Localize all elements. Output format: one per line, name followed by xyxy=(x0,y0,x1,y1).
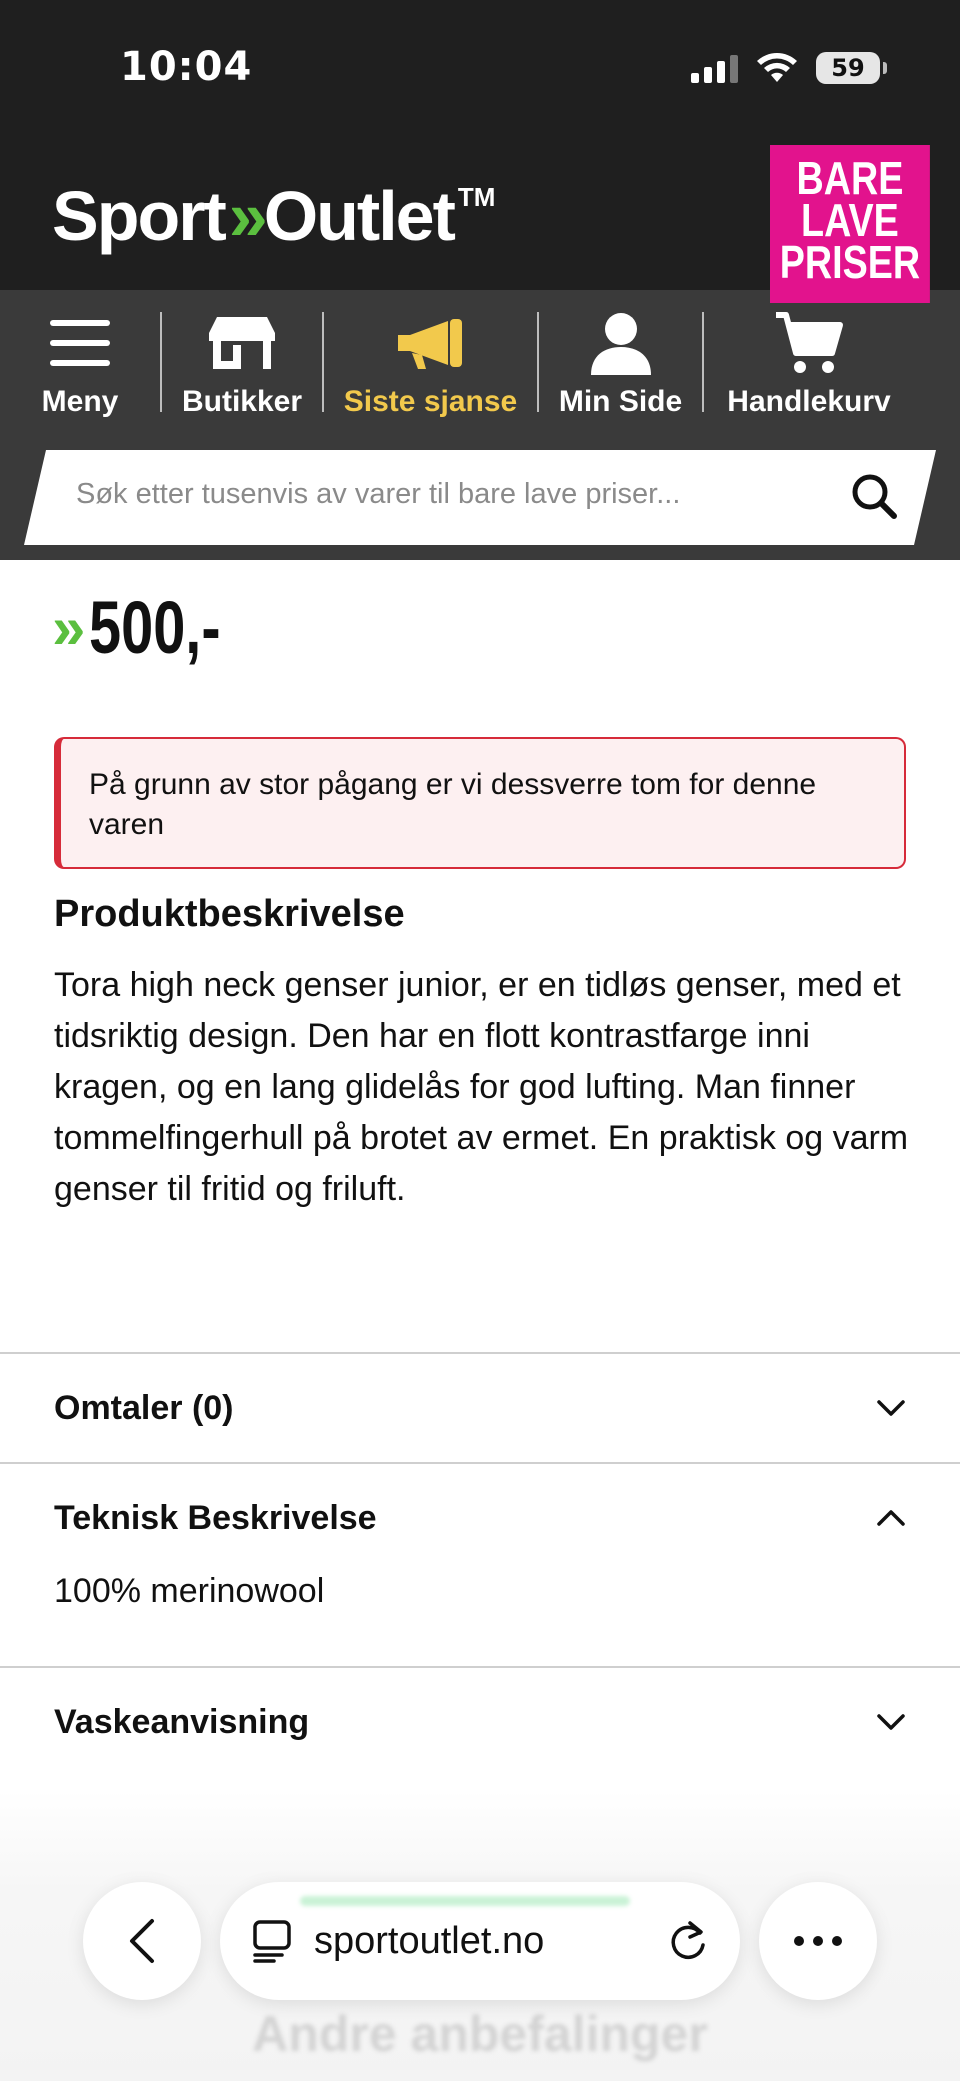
nav-item-cart[interactable]: Handlekurv xyxy=(704,290,914,435)
search-bar xyxy=(0,435,960,560)
promo-line: BARE xyxy=(796,152,904,204)
promo-line: PRISER xyxy=(779,236,921,288)
tabs-icon[interactable] xyxy=(252,1919,292,1963)
search-box[interactable] xyxy=(24,450,936,545)
sportoutlet-logo[interactable]: Sport » Outlet TM xyxy=(52,176,495,256)
more-icon xyxy=(794,1936,842,1946)
accordion-title: Omtaler (0) xyxy=(54,1388,234,1427)
accordion-technical: Teknisk Beskrivelse 100% merinowool xyxy=(0,1462,960,1654)
url-text: sportoutlet.no xyxy=(314,1919,545,1962)
cellular-signal-icon xyxy=(691,53,738,83)
chevron-down-icon xyxy=(877,1400,905,1416)
status-time: 10:04 xyxy=(120,44,253,90)
description-title: Produktbeskrivelse xyxy=(54,893,405,935)
status-bar: 10:04 59 xyxy=(0,0,960,140)
menu-icon xyxy=(50,311,110,375)
store-icon xyxy=(207,311,277,375)
out-of-stock-alert: På grunn av stor pågang er vi dessverre … xyxy=(54,737,906,869)
nav-label: Min Side xyxy=(558,385,683,418)
nav-item-menu[interactable]: Meny xyxy=(0,290,160,435)
description-text: Tora high neck genser junior, er en tidl… xyxy=(54,966,909,1208)
nav-label: Siste sjanse xyxy=(343,385,518,418)
accordion-technical-content: 100% merinowool xyxy=(54,1572,325,1610)
wifi-icon xyxy=(757,53,797,82)
accordion-title: Vaskeanvisning xyxy=(54,1702,310,1741)
accordion-reviews: Omtaler (0) xyxy=(0,1352,960,1462)
price-arrows-icon: » xyxy=(52,594,86,661)
status-icons: 59 xyxy=(691,52,887,84)
cart-icon xyxy=(774,311,844,375)
promo-badge: BARE LAVE PRISER xyxy=(770,145,930,303)
accordion-reviews-header[interactable]: Omtaler (0) xyxy=(0,1354,960,1462)
battery-icon: 59 xyxy=(816,52,887,84)
nav-item-my-page[interactable]: Min Side xyxy=(539,290,702,435)
main-nav: Meny Butikker Siste sjanse Min Side Hand… xyxy=(0,290,960,435)
nav-item-last-chance[interactable]: Siste sjanse xyxy=(324,290,537,435)
user-icon xyxy=(589,311,653,375)
recommendations-heading: Andre anbefalinger xyxy=(252,2006,708,2062)
chevron-up-icon xyxy=(877,1510,905,1526)
nav-label: Butikker xyxy=(181,385,303,418)
search-input[interactable] xyxy=(76,478,796,511)
price-value: 500,- xyxy=(89,586,221,669)
more-options-button[interactable] xyxy=(759,1882,877,2000)
megaphone-icon xyxy=(394,311,468,375)
accordion-title: Teknisk Beskrivelse xyxy=(54,1498,377,1537)
accordion-technical-header[interactable]: Teknisk Beskrivelse xyxy=(0,1464,960,1572)
nav-label: Meny xyxy=(41,385,119,418)
promo-line: LAVE xyxy=(801,194,899,246)
loading-progress xyxy=(300,1896,630,1906)
logo-arrows: » xyxy=(228,177,268,255)
nav-item-stores[interactable]: Butikker xyxy=(162,290,322,435)
accordion-washing: Vaskeanvisning xyxy=(0,1666,960,1776)
logo-outlet: Outlet xyxy=(263,177,456,255)
back-button[interactable] xyxy=(83,1882,201,2000)
nav-label: Handlekurv xyxy=(727,385,891,418)
reload-icon[interactable] xyxy=(668,1919,708,1963)
accordion-washing-header[interactable]: Vaskeanvisning xyxy=(0,1668,960,1776)
logo-trademark: TM xyxy=(457,182,496,212)
search-icon[interactable] xyxy=(850,472,898,524)
product-price: » 500,- xyxy=(52,585,258,670)
logo-sport: Sport xyxy=(52,177,227,255)
chevron-down-icon xyxy=(877,1714,905,1730)
chevron-left-icon xyxy=(130,1919,154,1963)
site-header: Sport » Outlet TM BARE LAVE PRISER xyxy=(0,140,960,303)
address-bar[interactable]: sportoutlet.no xyxy=(220,1882,740,2000)
